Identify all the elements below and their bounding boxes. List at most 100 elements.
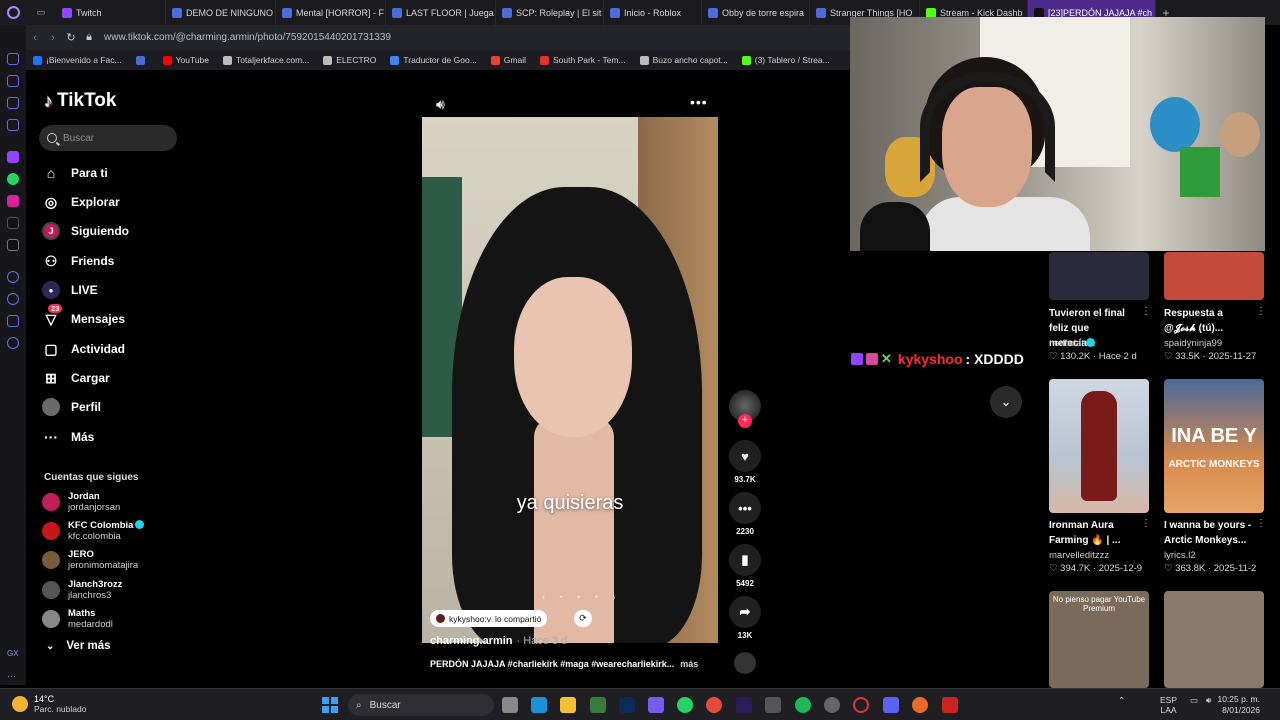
steam-icon[interactable]	[824, 697, 840, 713]
related-video-thumbnail[interactable]: No pienso pagar YouTube Premium	[1049, 591, 1149, 688]
related-video-author[interactable]: spaidyninja99	[1164, 338, 1222, 349]
share-arrow-icon[interactable]: ➦	[729, 596, 761, 628]
weather-widget[interactable]: 14°C Parc. nublado	[12, 694, 86, 714]
spotify-icon[interactable]	[795, 697, 811, 713]
sidebar-history-icon[interactable]	[7, 271, 19, 283]
music-disc-icon[interactable]	[734, 652, 756, 674]
browser-tab[interactable]: Twitch	[56, 0, 166, 25]
nav-item-home[interactable]: ⌂ Para ti	[42, 162, 108, 184]
store-icon[interactable]	[765, 697, 781, 713]
bookmark-icon[interactable]: ▮	[729, 544, 761, 576]
start-button[interactable]	[322, 697, 338, 713]
related-video-thumbnail[interactable]	[1049, 379, 1149, 513]
opera-gx-taskbar-icon[interactable]	[853, 697, 869, 713]
tray-overflow-icon[interactable]: ⌃	[1118, 695, 1125, 705]
browser-tab[interactable]: Obby de torre espira	[702, 0, 810, 25]
sidebar-settings-icon[interactable]	[7, 337, 19, 349]
nav-item-upload[interactable]: ⊞ Cargar	[42, 367, 110, 389]
follow-plus-icon[interactable]: +	[738, 414, 752, 428]
nav-item-messages[interactable]: ▽ 23 Mensajes	[42, 304, 125, 330]
sidebar-clock-icon[interactable]	[7, 293, 19, 305]
browser-tab[interactable]: Inicio - Roblox	[604, 0, 702, 25]
like-action[interactable]: ♥ 93.7K	[729, 440, 761, 484]
following-account[interactable]: Jlanch3rozz jlanchros3	[42, 577, 192, 603]
post-author[interactable]: charming.armin · Hace 3 d	[430, 635, 567, 647]
sidebar-messenger-icon[interactable]	[7, 119, 19, 131]
following-account[interactable]: Jordan jordanjorsan	[42, 489, 192, 515]
file-explorer-icon[interactable]	[560, 697, 576, 713]
bookmark-item[interactable]: YouTube	[156, 55, 216, 65]
related-video-title[interactable]: Ironman Aura Farming 🔥 | ...	[1049, 518, 1134, 548]
bookmark-item[interactable]: Traductor de Goo...	[383, 55, 483, 65]
related-more-icon[interactable]: ⋮	[1256, 518, 1266, 529]
bookmark-item[interactable]: Gmail	[484, 55, 533, 65]
chrome-icon[interactable]	[706, 697, 722, 713]
whatsapp-icon[interactable]	[677, 697, 693, 713]
browser-tab[interactable]: Mental [HORROR] - F	[276, 0, 386, 25]
sidebar-x-icon[interactable]	[7, 239, 19, 251]
related-video-thumbnail[interactable]: INA BE Y ARCTIC MONKEYS	[1164, 379, 1264, 513]
post-more-options-icon[interactable]: •••	[690, 94, 708, 110]
bookmark-item[interactable]: South Park - Tem...	[533, 55, 633, 65]
repost-icon[interactable]: ⟳	[574, 610, 592, 627]
author-name[interactable]: charming.armin	[430, 635, 513, 647]
see-more-button[interactable]: ⌄ Ver más	[46, 640, 111, 652]
discord-icon[interactable]	[883, 697, 899, 713]
bookmark-item[interactable]: ¡Bienvenido a Fac...	[26, 55, 129, 65]
related-video-thumbnail[interactable]	[1164, 252, 1264, 300]
reload-icon[interactable]: ↻	[62, 31, 80, 44]
bookmark-item[interactable]: Buzo ancho capot...	[633, 55, 735, 65]
system-clock[interactable]: 10:25 p. m. 8/01/2026	[1217, 694, 1260, 716]
browser-tab[interactable]: DEMO DE NINGUNO	[166, 0, 276, 25]
post-photo[interactable]: ya quisieras ‹ • • • ›	[422, 117, 718, 643]
premiere-icon[interactable]	[736, 697, 752, 713]
sidebar-workspace-icon[interactable]	[7, 97, 19, 109]
related-video-thumbnail[interactable]	[1049, 252, 1149, 300]
nav-item-activity[interactable]: ▢ Actividad	[42, 338, 125, 360]
sidebar-twitch-icon[interactable]	[7, 151, 19, 163]
task-view-icon[interactable]	[502, 697, 518, 713]
back-icon[interactable]: ‹	[26, 32, 44, 44]
shared-by-pill[interactable]: kykyshoo:v lo compartió	[430, 610, 548, 627]
caption-more-link[interactable]: más	[680, 659, 698, 669]
following-account[interactable]: JERO jeronimomatajira	[42, 547, 192, 573]
capcut-icon[interactable]	[648, 697, 664, 713]
sidebar-extensions-icon[interactable]	[7, 315, 19, 327]
firefox-icon[interactable]	[912, 697, 928, 713]
photoshop-icon[interactable]	[619, 697, 635, 713]
share-action[interactable]: ➦ 13K	[729, 596, 761, 640]
bookmark-item[interactable]: (3) Tablero / Strea...	[735, 55, 837, 65]
bookmark-item[interactable]: ELECTRO	[316, 55, 383, 65]
related-more-icon[interactable]: ⋮	[1141, 306, 1151, 317]
sidebar-gx-icon[interactable]: GX	[7, 649, 19, 661]
forward-icon[interactable]: ›	[44, 32, 62, 44]
related-video-author[interactable]: netflixlat	[1049, 338, 1095, 349]
sidebar-whatsapp-icon[interactable]	[7, 173, 19, 185]
comment-action[interactable]: ••• 2230	[729, 492, 761, 536]
related-more-icon[interactable]: ⋮	[1141, 518, 1151, 529]
following-account[interactable]: KFC Colombia kfc.colombia	[42, 518, 192, 544]
save-action[interactable]: ▮ 5492	[729, 544, 761, 588]
volume-tray-icon[interactable]: 🔊︎	[1206, 695, 1211, 705]
nav-item-more-dots[interactable]: ··· Más	[42, 426, 94, 448]
related-video-title[interactable]: I wanna be yours - Arctic Monkeys...	[1164, 518, 1254, 548]
heart-icon[interactable]: ♥	[729, 440, 761, 472]
comment-icon[interactable]: •••	[729, 492, 761, 524]
tiktok-logo[interactable]: ♪ TikTok	[44, 90, 116, 112]
bookmark-item[interactable]: Totaljerkface.com...	[216, 55, 316, 65]
obs-icon[interactable]	[942, 697, 958, 713]
bookmark-item[interactable]	[129, 55, 156, 65]
taskbar-search[interactable]: ⌕ Buscar	[348, 694, 494, 716]
related-video-title[interactable]: Respuesta a @𝓙𝓸𝓼𝓱 (tú)...	[1164, 306, 1254, 336]
network-icon[interactable]: ▭	[1190, 695, 1198, 705]
nav-item-following-avatar[interactable]: J Siguiendo	[42, 220, 129, 242]
nav-item-friends[interactable]: ⚇ Friends	[42, 250, 115, 272]
related-video-author[interactable]: marvelleditzzz	[1049, 550, 1109, 561]
following-account[interactable]: Maths medardodl	[42, 606, 192, 632]
url-field[interactable]: www.tiktok.com/@charming.armin/photo/759…	[104, 32, 391, 43]
sidebar-tiktok-icon[interactable]	[7, 217, 19, 229]
language-indicator[interactable]: ESP LAA	[1160, 695, 1177, 715]
minecraft-icon[interactable]	[590, 697, 606, 713]
related-video-thumbnail[interactable]	[1164, 591, 1264, 688]
carousel-dots[interactable]: ‹ • • • ›	[542, 592, 621, 602]
